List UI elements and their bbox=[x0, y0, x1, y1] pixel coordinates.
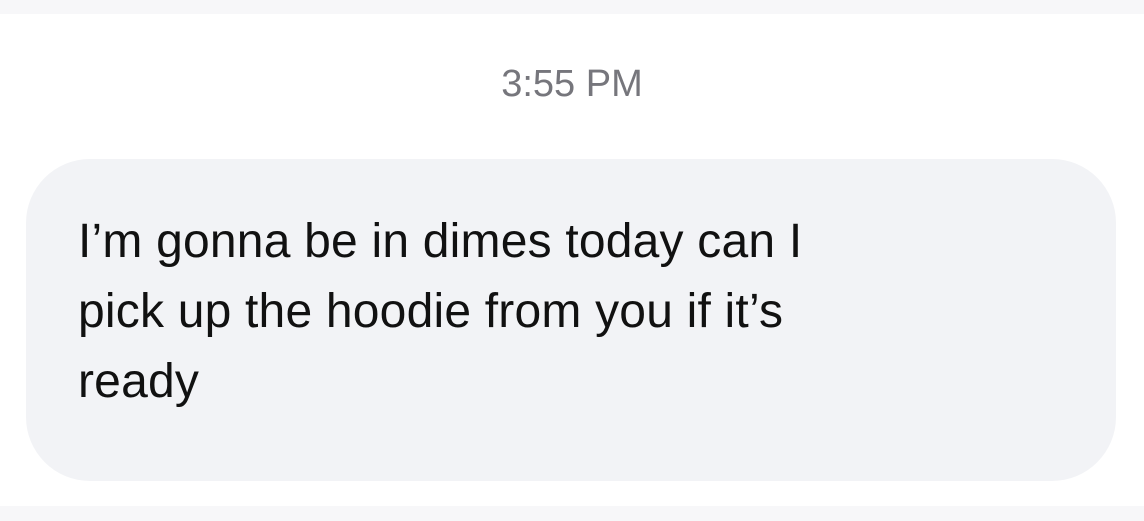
message-timestamp: 3:55 PM bbox=[501, 63, 643, 105]
chat-area: 3:55 PM I’m gonna be in dimes today can … bbox=[0, 14, 1144, 506]
incoming-message-bubble[interactable]: I’m gonna be in dimes today can I pick u… bbox=[26, 159, 1116, 481]
message-text: I’m gonna be in dimes today can I pick u… bbox=[78, 215, 803, 408]
